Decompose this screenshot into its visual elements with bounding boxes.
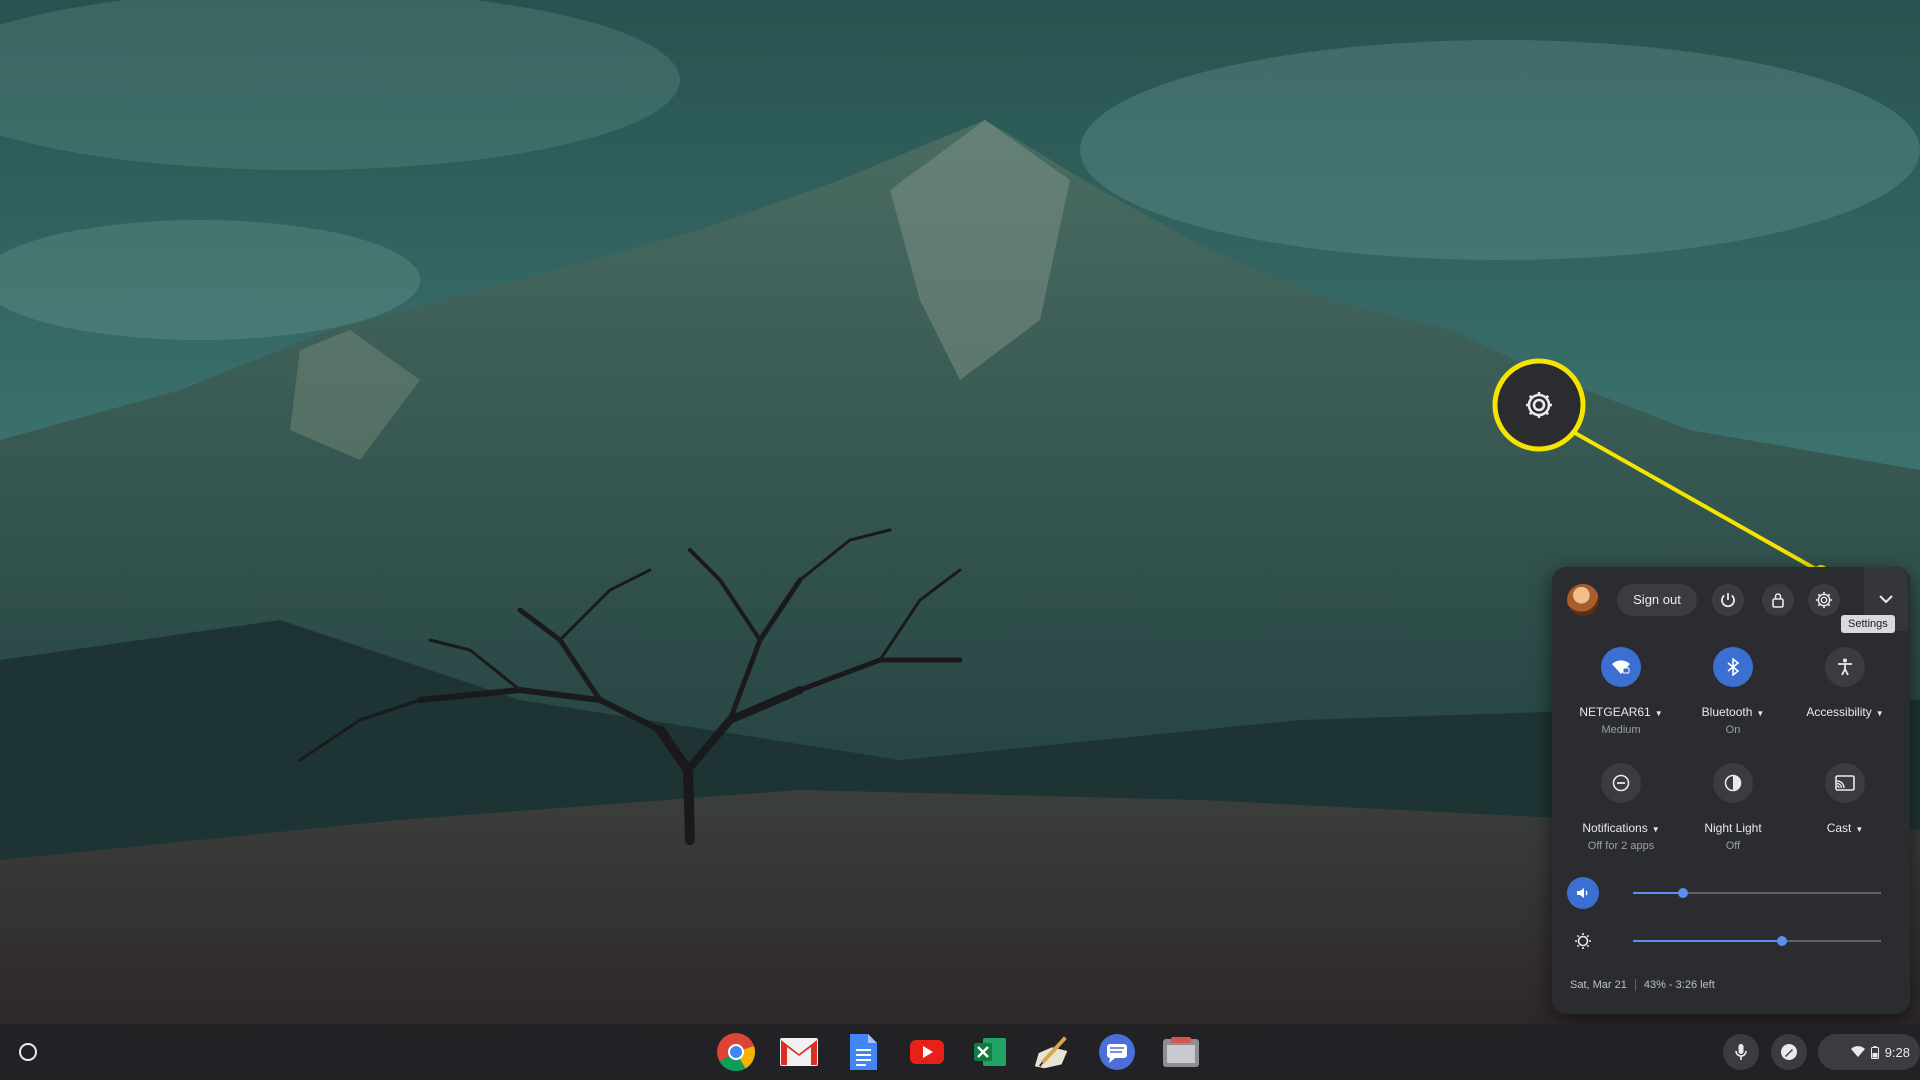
excel-icon xyxy=(974,1038,1006,1066)
gear-icon xyxy=(1815,591,1833,609)
wifi-icon xyxy=(1612,660,1630,674)
feature-label[interactable]: Cast ▼ xyxy=(1790,821,1900,835)
settings-tooltip: Settings xyxy=(1841,615,1895,633)
voice-input-button[interactable] xyxy=(1723,1034,1759,1070)
accessibility-toggle[interactable] xyxy=(1825,647,1865,687)
bluetooth-toggle[interactable] xyxy=(1713,647,1753,687)
feature-pod-bluetooth[interactable]: Bluetooth ▼ On xyxy=(1678,647,1788,737)
power-button[interactable] xyxy=(1712,584,1744,616)
files-app-icon xyxy=(1163,1037,1199,1067)
do-not-disturb-icon xyxy=(1612,774,1630,792)
feature-pod-night-light[interactable]: Night Light Off xyxy=(1678,763,1788,853)
brightness-icon xyxy=(1575,933,1591,949)
shelf-app-docs[interactable] xyxy=(843,1032,883,1072)
feature-pod-network[interactable]: NETGEAR61 ▼ Medium xyxy=(1566,647,1676,737)
bluetooth-icon xyxy=(1727,658,1739,676)
feature-label[interactable]: Notifications ▼ xyxy=(1566,821,1676,835)
feature-status: Medium xyxy=(1601,724,1641,736)
brightness-slider-row xyxy=(1567,925,1897,957)
status-footer: Sat, Mar 21 43% - 3:26 left xyxy=(1570,979,1715,991)
feature-label[interactable]: NETGEAR61 ▼ xyxy=(1566,705,1676,719)
shelf-app-chrome[interactable] xyxy=(716,1032,756,1072)
power-icon xyxy=(1721,593,1735,608)
brightness-button xyxy=(1567,925,1599,957)
night-light-toggle[interactable] xyxy=(1713,763,1753,803)
sign-out-button[interactable]: Sign out xyxy=(1617,584,1697,616)
night-light-icon xyxy=(1724,774,1742,792)
volume-slider-fill xyxy=(1633,892,1683,894)
stylus-icon xyxy=(1781,1044,1797,1060)
microphone-icon xyxy=(1735,1044,1747,1060)
volume-slider-thumb[interactable] xyxy=(1677,888,1688,898)
volume-slider[interactable] xyxy=(1633,888,1881,898)
brightness-slider[interactable] xyxy=(1633,936,1881,946)
brightness-slider-thumb[interactable] xyxy=(1776,936,1787,946)
shelf-app-files[interactable] xyxy=(1161,1032,1201,1072)
quick-settings-panel: Sign out Settings NETGEAR61 ▼ Medium Blu… xyxy=(1552,567,1910,1014)
docs-icon xyxy=(850,1034,877,1070)
feature-status: On xyxy=(1725,724,1741,736)
battery-icon xyxy=(1870,1045,1879,1059)
shelf-app-gmail[interactable] xyxy=(779,1032,819,1072)
shelf-app-excel[interactable] xyxy=(970,1032,1010,1072)
accessibility-icon xyxy=(1838,658,1852,676)
feature-status xyxy=(1790,840,1900,853)
shelf-app-sketch[interactable] xyxy=(1033,1032,1073,1072)
feature-label[interactable]: Night Light xyxy=(1678,821,1788,835)
shelf-app-youtube[interactable] xyxy=(907,1032,947,1072)
lock-button[interactable] xyxy=(1762,584,1794,616)
feature-pod-accessibility[interactable]: Accessibility ▼ xyxy=(1790,647,1900,737)
feature-pod-cast[interactable]: Cast ▼ xyxy=(1790,763,1900,853)
feature-status: Off xyxy=(1725,840,1741,852)
volume-slider-row xyxy=(1567,877,1897,909)
shelf: 9:28 xyxy=(0,1024,1920,1080)
feature-label[interactable]: Bluetooth ▼ xyxy=(1678,705,1788,719)
shelf-app-messages[interactable] xyxy=(1097,1032,1137,1072)
gmail-icon xyxy=(780,1038,818,1066)
launcher-button[interactable] xyxy=(9,1033,47,1071)
clock: 9:28 xyxy=(1884,1044,1910,1060)
lock-icon xyxy=(1772,593,1784,608)
brightness-slider-fill xyxy=(1633,940,1782,942)
chevron-down-icon xyxy=(1879,594,1893,603)
sketch-app-icon xyxy=(1034,1036,1068,1069)
chrome-icon xyxy=(717,1033,755,1072)
messages-icon xyxy=(1099,1034,1135,1070)
user-avatar[interactable] xyxy=(1567,584,1599,616)
wifi-toggle[interactable] xyxy=(1601,647,1641,687)
feature-pod-notifications[interactable]: Notifications ▼ Off for 2 apps xyxy=(1566,763,1676,853)
notifications-toggle[interactable] xyxy=(1601,763,1641,803)
wifi-status-icon xyxy=(1850,1046,1865,1057)
footer-divider xyxy=(1634,979,1636,991)
volume-icon xyxy=(1577,888,1588,898)
feature-status: Off for 2 apps xyxy=(1587,840,1655,852)
launcher-icon xyxy=(19,1043,37,1061)
feature-status xyxy=(1790,724,1900,737)
youtube-icon xyxy=(910,1040,944,1064)
feature-label[interactable]: Accessibility ▼ xyxy=(1790,705,1900,719)
stylus-tools-button[interactable] xyxy=(1771,1034,1807,1070)
cast-toggle[interactable] xyxy=(1825,763,1865,803)
cast-icon xyxy=(1835,775,1855,791)
mute-button[interactable] xyxy=(1567,877,1599,909)
settings-button[interactable] xyxy=(1808,584,1840,616)
status-tray[interactable]: 9:28 xyxy=(1818,1034,1920,1070)
date-label[interactable]: Sat, Mar 21 xyxy=(1570,979,1627,991)
battery-status: 43% - 3:26 left xyxy=(1643,979,1715,991)
